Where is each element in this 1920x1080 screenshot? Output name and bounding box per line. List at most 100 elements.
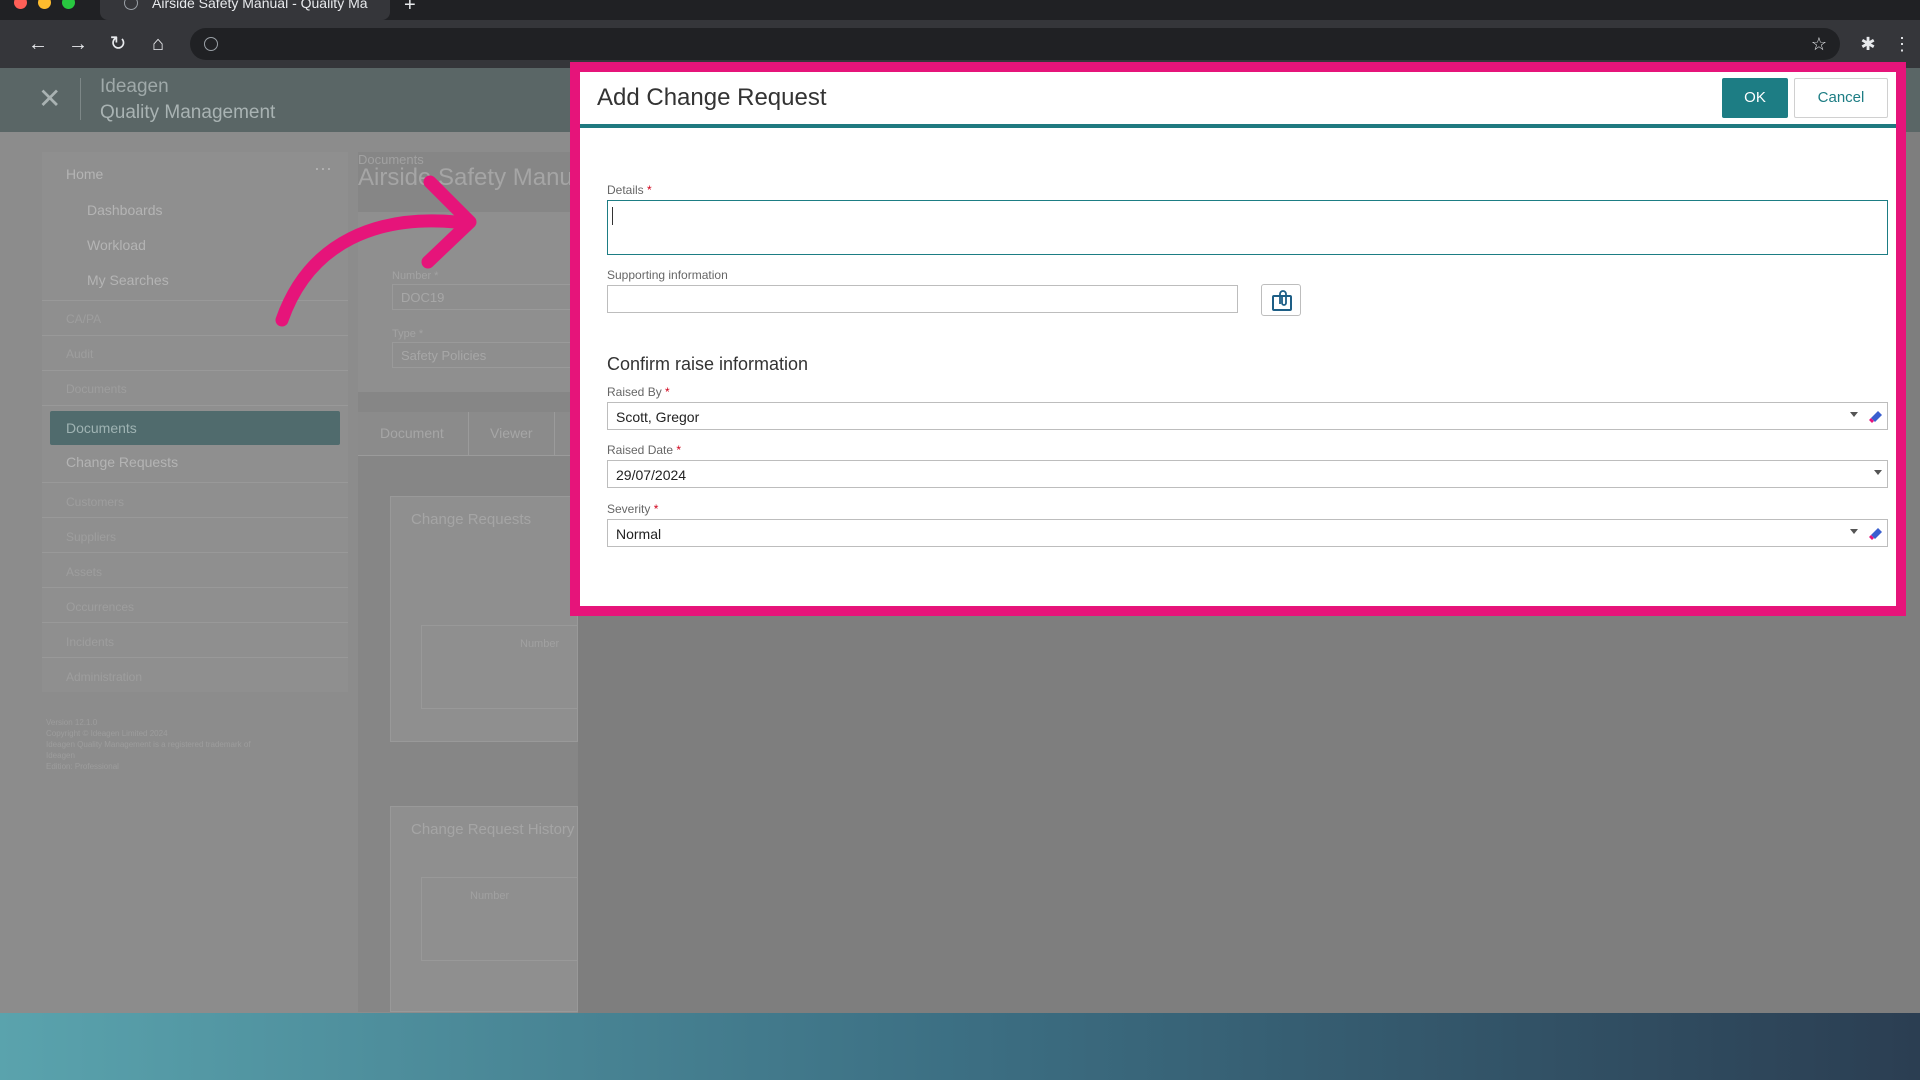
supporting-information-input[interactable] bbox=[607, 285, 1238, 313]
divider bbox=[42, 335, 348, 336]
close-window-icon[interactable] bbox=[14, 0, 27, 9]
raised-by-label-text: Raised By bbox=[607, 385, 662, 399]
column-header-number[interactable]: Number bbox=[520, 638, 559, 650]
chevron-down-icon[interactable] bbox=[1874, 470, 1882, 475]
document-tabs: Document Viewer bbox=[358, 412, 578, 456]
browser-toolbar: ← → ↻ ⌂ ☆ ✱ ⋮ bbox=[0, 20, 1920, 68]
trademark-text: Ideagen Quality Management is a register… bbox=[46, 740, 251, 749]
ok-button[interactable]: OK bbox=[1722, 78, 1788, 118]
browser-tab[interactable]: Airside Safety Manual - Quality Ma bbox=[100, 0, 390, 20]
panel-title: Change Request History bbox=[411, 821, 575, 838]
bookmark-star-icon[interactable]: ☆ bbox=[1805, 30, 1833, 58]
divider bbox=[42, 587, 348, 588]
sidebar-item-my-searches[interactable]: My Searches bbox=[87, 272, 169, 288]
divider bbox=[42, 517, 348, 518]
sidebar-item-documents-group[interactable]: Documents bbox=[66, 382, 127, 396]
sidebar-item-capa[interactable]: CA/PA bbox=[66, 312, 101, 326]
divider bbox=[42, 370, 348, 371]
raised-by-value: Scott, Gregor bbox=[616, 409, 700, 425]
severity-label-text: Severity bbox=[607, 502, 651, 516]
divider bbox=[42, 552, 348, 553]
brand-product: Quality Management bbox=[100, 102, 276, 123]
attachment-icon bbox=[1272, 290, 1292, 311]
edition-text: Edition: Professional bbox=[46, 762, 119, 771]
history-table: Number bbox=[421, 877, 581, 961]
panel-title: Change Requests bbox=[411, 511, 532, 528]
raised-by-select[interactable]: Scott, Gregor bbox=[607, 402, 1888, 430]
site-info-icon[interactable] bbox=[204, 37, 218, 51]
cancel-button[interactable]: Cancel bbox=[1794, 78, 1888, 118]
text-cursor bbox=[612, 207, 613, 225]
sidebar-item-audit[interactable]: Audit bbox=[66, 347, 93, 361]
extensions-icon[interactable]: ✱ bbox=[1854, 30, 1882, 58]
sidebar-item-label: Documents bbox=[66, 420, 137, 436]
details-label: Details * bbox=[607, 183, 652, 197]
brand-name: Ideagen bbox=[100, 76, 169, 97]
copyright-text: Copyright © Ideagen Limited 2024 bbox=[46, 729, 168, 738]
home-icon[interactable]: ⌂ bbox=[144, 30, 172, 58]
change-requests-panel: Change Requests Number bbox=[390, 496, 581, 742]
sidebar-item-home[interactable]: Home bbox=[66, 166, 103, 182]
tab-divider bbox=[468, 412, 469, 456]
tab-viewer[interactable]: Viewer bbox=[490, 425, 533, 441]
tab-title: Airside Safety Manual - Quality Ma bbox=[152, 0, 368, 11]
forward-icon[interactable]: → bbox=[64, 30, 92, 58]
change-requests-table: Number bbox=[421, 625, 581, 709]
column-header-number[interactable]: Number bbox=[470, 890, 509, 902]
sidebar-item-documents[interactable]: Documents bbox=[50, 411, 340, 445]
details-input[interactable] bbox=[607, 200, 1888, 255]
required-marker: * bbox=[647, 183, 652, 197]
sidebar-item-customers[interactable]: Customers bbox=[66, 495, 124, 509]
back-icon[interactable]: ← bbox=[24, 30, 52, 58]
brand-divider bbox=[80, 78, 81, 120]
sidebar-item-incidents[interactable]: Incidents bbox=[66, 635, 114, 649]
attach-file-button[interactable] bbox=[1261, 284, 1301, 316]
add-change-request-dialog: Add Change Request OK Cancel Details * S… bbox=[580, 72, 1896, 606]
section-title: Confirm raise information bbox=[607, 354, 809, 374]
sidebar-item-change-requests[interactable]: Change Requests bbox=[66, 454, 178, 470]
sidebar-item-occurrences[interactable]: Occurrences bbox=[66, 600, 134, 614]
divider bbox=[42, 622, 348, 623]
raised-date-picker[interactable]: 29/07/2024 bbox=[607, 460, 1888, 488]
browser-menu-icon[interactable]: ⋮ bbox=[1888, 30, 1916, 58]
raised-date-value: 29/07/2024 bbox=[616, 467, 687, 483]
type-field[interactable]: Safety Policies bbox=[392, 342, 572, 368]
tab-document[interactable]: Document bbox=[380, 425, 444, 441]
change-request-history-panel: Change Request History Number bbox=[390, 806, 581, 1012]
chevron-down-icon[interactable] bbox=[1850, 529, 1858, 534]
new-tab-button[interactable]: + bbox=[404, 0, 416, 17]
severity-label: Severity * bbox=[607, 502, 658, 516]
details-label-text: Details bbox=[607, 183, 644, 197]
maximize-window-icon[interactable] bbox=[62, 0, 75, 9]
address-bar[interactable] bbox=[190, 28, 1840, 60]
sidebar-item-workload[interactable]: Workload bbox=[87, 237, 146, 253]
severity-value: Normal bbox=[616, 526, 662, 542]
sidebar-item-administration[interactable]: Administration bbox=[66, 670, 142, 684]
sidebar-item-suppliers[interactable]: Suppliers bbox=[66, 530, 116, 544]
raised-date-label: Raised Date * bbox=[607, 443, 681, 457]
raised-by-label: Raised By * bbox=[607, 385, 670, 399]
severity-select[interactable]: Normal bbox=[607, 519, 1888, 547]
trademark-text-2: Ideagen bbox=[46, 751, 75, 760]
tab-divider bbox=[554, 412, 555, 456]
required-marker: * bbox=[653, 502, 659, 516]
sidebar-item-assets[interactable]: Assets bbox=[66, 565, 102, 579]
raised-date-label-text: Raised Date bbox=[607, 443, 674, 457]
minimize-window-icon[interactable] bbox=[38, 0, 51, 9]
divider bbox=[42, 405, 348, 406]
required-marker: * bbox=[665, 385, 670, 399]
supporting-information-label: Supporting information bbox=[607, 268, 728, 282]
eraser-icon[interactable] bbox=[1868, 525, 1884, 541]
required-marker: * bbox=[676, 443, 682, 457]
eraser-icon[interactable] bbox=[1868, 408, 1884, 424]
globe-icon bbox=[124, 0, 138, 10]
dialog-title: Add Change Request bbox=[597, 84, 827, 111]
browser-tabstrip: Airside Safety Manual - Quality Ma + bbox=[0, 0, 1920, 20]
version-text: Version 12.1.0 bbox=[46, 718, 98, 727]
chevron-down-icon[interactable] bbox=[1850, 412, 1858, 417]
divider bbox=[42, 657, 348, 658]
pointer-arrow-icon bbox=[275, 175, 477, 327]
close-icon[interactable]: ✕ bbox=[38, 82, 61, 115]
sidebar-item-dashboards[interactable]: Dashboards bbox=[87, 202, 163, 218]
reload-icon[interactable]: ↻ bbox=[104, 30, 132, 58]
